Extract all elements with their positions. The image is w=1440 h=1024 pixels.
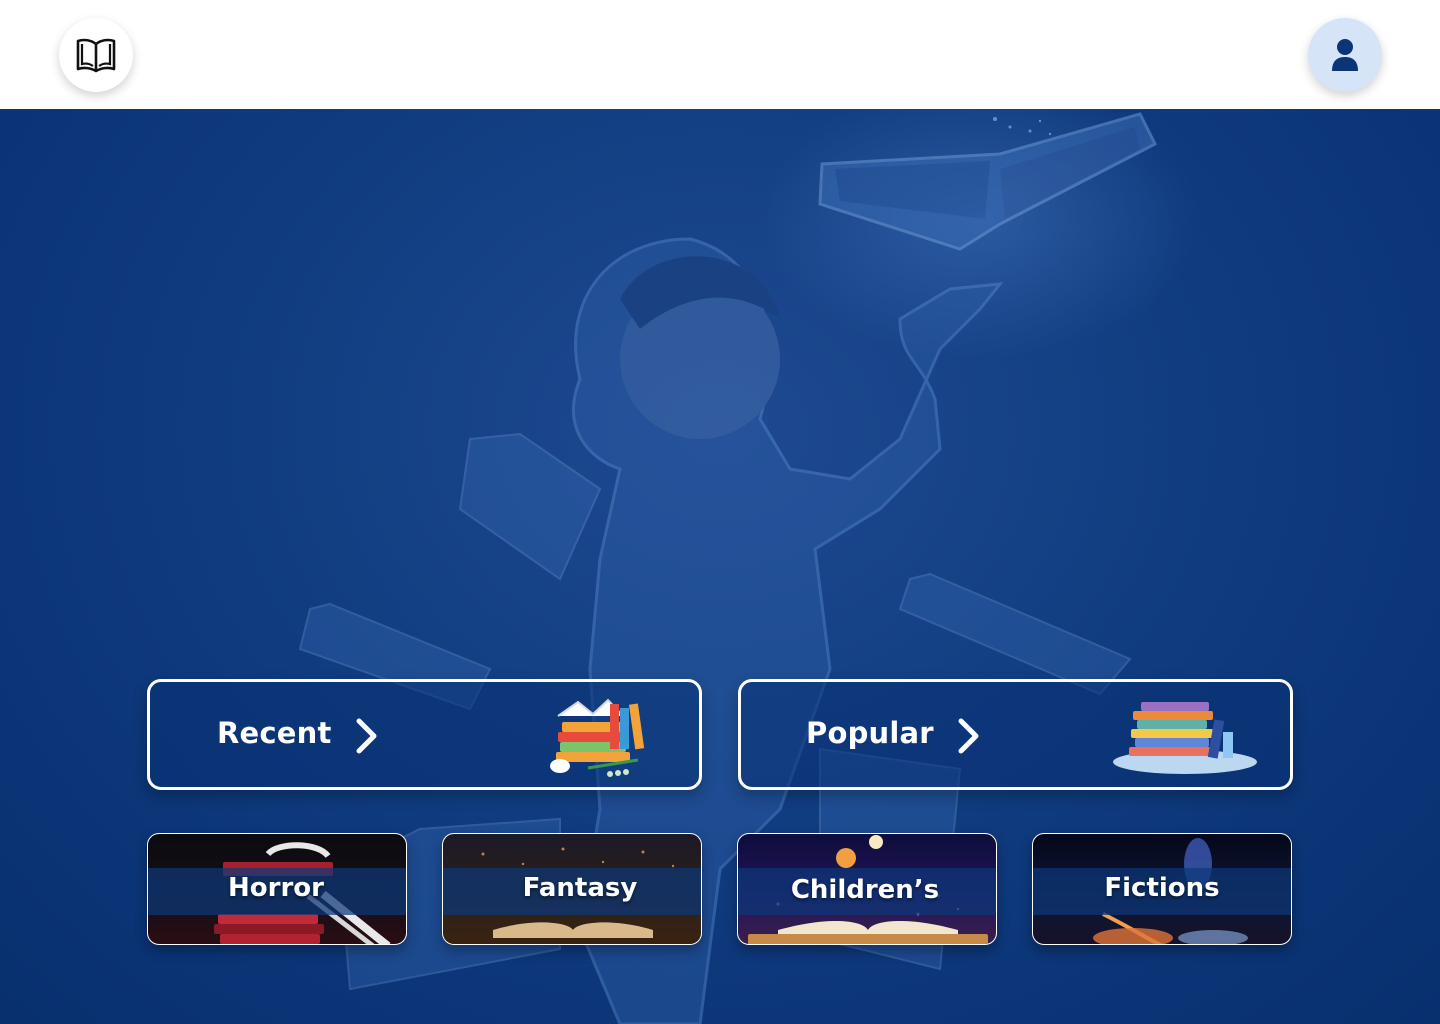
- genre-card-horror[interactable]: Horror: [147, 833, 407, 945]
- recent-label: Recent: [217, 716, 332, 750]
- genre-label-fictions: Fictions: [1104, 873, 1220, 903]
- user-icon: [1332, 39, 1358, 71]
- genre-card-childrens[interactable]: Children’s: [737, 833, 997, 945]
- popular-card[interactable]: Popular: [738, 679, 1293, 790]
- genre-label-childrens: Children’s: [790, 875, 940, 905]
- hero-section: Recent Popular Horror Fantasy Children’s…: [0, 109, 1440, 1024]
- chevron-right-icon: [356, 718, 377, 754]
- book-stack-icon: [550, 698, 645, 777]
- genre-label-fantasy: Fantasy: [522, 873, 638, 903]
- top-bar: [0, 0, 1440, 109]
- genre-card-fictions[interactable]: Fictions: [1032, 833, 1292, 945]
- genre-card-fantasy[interactable]: Fantasy: [442, 833, 702, 945]
- home-logo-button[interactable]: [59, 18, 133, 92]
- profile-button[interactable]: [1308, 18, 1382, 92]
- book-stack-icon: [1113, 702, 1257, 774]
- popular-label: Popular: [806, 716, 934, 750]
- chevron-right-icon: [958, 718, 979, 754]
- open-book-icon: [76, 38, 116, 73]
- recent-card[interactable]: Recent: [147, 679, 702, 790]
- genre-label-horror: Horror: [228, 873, 324, 903]
